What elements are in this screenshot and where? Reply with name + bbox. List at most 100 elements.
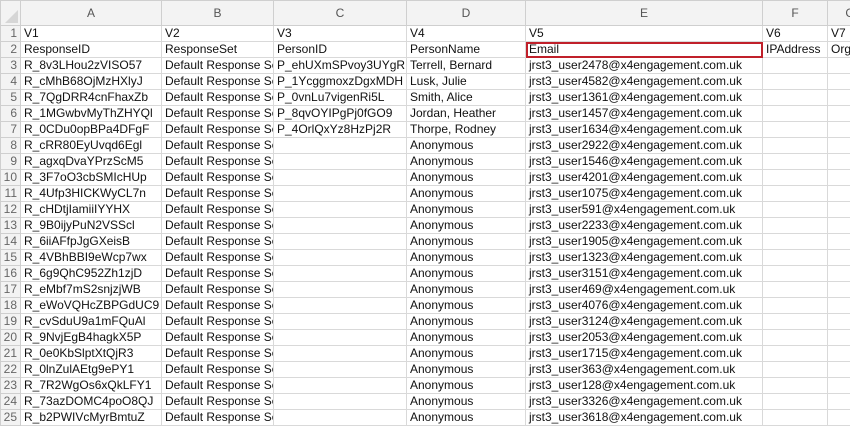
cell-b10[interactable]: Default Response Set (162, 170, 274, 186)
cell-f15[interactable] (763, 250, 828, 266)
cell-c10[interactable] (274, 170, 407, 186)
cell-g13[interactable] (828, 218, 850, 234)
cell-d8[interactable]: Anonymous (407, 138, 526, 154)
row-header[interactable]: 10 (1, 170, 21, 186)
cell-f22[interactable] (763, 362, 828, 378)
cell-g25[interactable] (828, 410, 850, 426)
row-header[interactable]: 9 (1, 154, 21, 170)
cell-g10[interactable] (828, 170, 850, 186)
cell-c25[interactable] (274, 410, 407, 426)
row-header[interactable]: 19 (1, 314, 21, 330)
cell-f23[interactable] (763, 378, 828, 394)
row-header[interactable]: 16 (1, 266, 21, 282)
row-header[interactable]: 13 (1, 218, 21, 234)
cell-f20[interactable] (763, 330, 828, 346)
cell-b13[interactable]: Default Response Set (162, 218, 274, 234)
cell-b2[interactable]: ResponseSet (162, 42, 274, 58)
cell-b7[interactable]: Default Response Set (162, 122, 274, 138)
cell-d7[interactable]: Thorpe, Rodney (407, 122, 526, 138)
cell-e17[interactable]: jrst3_user469@x4engagement.com.uk (526, 282, 763, 298)
cell-a10[interactable]: R_3F7oO3cbSMIcHUp (21, 170, 162, 186)
row-header[interactable]: 24 (1, 394, 21, 410)
cell-b14[interactable]: Default Response Set (162, 234, 274, 250)
cell-a5[interactable]: R_7QgDRR4cnFhaxZb (21, 90, 162, 106)
row-header[interactable]: 6 (1, 106, 21, 122)
cell-b11[interactable]: Default Response Set (162, 186, 274, 202)
cell-a24[interactable]: R_73azDOMC4poO8QJ (21, 394, 162, 410)
row-header[interactable]: 12 (1, 202, 21, 218)
cell-c23[interactable] (274, 378, 407, 394)
cell-g4[interactable] (828, 74, 850, 90)
cell-e10[interactable]: jrst3_user4201@x4engagement.com.uk (526, 170, 763, 186)
row-header[interactable]: 11 (1, 186, 21, 202)
cell-e4[interactable]: jrst3_user4582@x4engagement.com.uk (526, 74, 763, 90)
cell-f25[interactable] (763, 410, 828, 426)
cell-b1[interactable]: V2 (162, 26, 274, 42)
cell-d1[interactable]: V4 (407, 26, 526, 42)
cell-b4[interactable]: Default Response Set (162, 74, 274, 90)
cell-f5[interactable] (763, 90, 828, 106)
cell-e16[interactable]: jrst3_user3151@x4engagement.com.uk (526, 266, 763, 282)
row-header[interactable]: 17 (1, 282, 21, 298)
cell-c5[interactable]: P_0vnLu7vigenRi5L (274, 90, 407, 106)
cell-a13[interactable]: R_9B0ijyPuN2VSScl (21, 218, 162, 234)
cell-e1[interactable]: V5 (526, 26, 763, 42)
cell-b22[interactable]: Default Response Set (162, 362, 274, 378)
cell-b12[interactable]: Default Response Set (162, 202, 274, 218)
column-header-g[interactable]: G (828, 1, 850, 26)
cell-e6[interactable]: jrst3_user1457@x4engagement.com.uk (526, 106, 763, 122)
cell-a3[interactable]: R_8v3LHou2zVISO57 (21, 58, 162, 74)
cell-g20[interactable] (828, 330, 850, 346)
cell-c9[interactable] (274, 154, 407, 170)
cell-c11[interactable] (274, 186, 407, 202)
cell-g14[interactable] (828, 234, 850, 250)
row-header[interactable]: 22 (1, 362, 21, 378)
cell-d9[interactable]: Anonymous (407, 154, 526, 170)
cell-f14[interactable] (763, 234, 828, 250)
cell-g11[interactable] (828, 186, 850, 202)
cell-c6[interactable]: P_8qvOYIPgPj0fGO9 (274, 106, 407, 122)
cell-c18[interactable] (274, 298, 407, 314)
cell-g17[interactable] (828, 282, 850, 298)
cell-g8[interactable] (828, 138, 850, 154)
cell-e5[interactable]: jrst3_user1361@x4engagement.com.uk (526, 90, 763, 106)
cell-d11[interactable]: Anonymous (407, 186, 526, 202)
cell-g7[interactable] (828, 122, 850, 138)
cell-d12[interactable]: Anonymous (407, 202, 526, 218)
cell-f3[interactable] (763, 58, 828, 74)
cell-e9[interactable]: jrst3_user1546@x4engagement.com.uk (526, 154, 763, 170)
cell-a4[interactable]: R_cMhB68OjMzHXlyJ (21, 74, 162, 90)
cell-g3[interactable] (828, 58, 850, 74)
cell-a9[interactable]: R_agxqDvaYPrzScM5 (21, 154, 162, 170)
cell-g22[interactable] (828, 362, 850, 378)
cell-a22[interactable]: R_0lnZulAEtg9ePY1 (21, 362, 162, 378)
cell-c22[interactable] (274, 362, 407, 378)
cell-c19[interactable] (274, 314, 407, 330)
cell-f11[interactable] (763, 186, 828, 202)
cell-g16[interactable] (828, 266, 850, 282)
cell-c20[interactable] (274, 330, 407, 346)
cell-f21[interactable] (763, 346, 828, 362)
cell-a14[interactable]: R_6iiAFfpJgGXeisB (21, 234, 162, 250)
cell-d21[interactable]: Anonymous (407, 346, 526, 362)
cell-d23[interactable]: Anonymous (407, 378, 526, 394)
cell-g18[interactable] (828, 298, 850, 314)
cell-d22[interactable]: Anonymous (407, 362, 526, 378)
row-header[interactable]: 5 (1, 90, 21, 106)
cell-a20[interactable]: R_9NvjEgB4hagkX5P (21, 330, 162, 346)
row-header[interactable]: 23 (1, 378, 21, 394)
cell-e18[interactable]: jrst3_user4076@x4engagement.com.uk (526, 298, 763, 314)
column-header-c[interactable]: C (274, 1, 407, 26)
cell-f13[interactable] (763, 218, 828, 234)
cell-b5[interactable]: Default Response Set (162, 90, 274, 106)
cell-a21[interactable]: R_0e0KbSlptXtQjR3 (21, 346, 162, 362)
cell-d16[interactable]: Anonymous (407, 266, 526, 282)
cell-c1[interactable]: V3 (274, 26, 407, 42)
row-header[interactable]: 18 (1, 298, 21, 314)
cell-e24[interactable]: jrst3_user3326@x4engagement.com.uk (526, 394, 763, 410)
cell-a6[interactable]: R_1MGwbvMyThZHYQl (21, 106, 162, 122)
cell-a12[interactable]: R_cHDtjIamiiIYYHX (21, 202, 162, 218)
row-header[interactable]: 25 (1, 410, 21, 426)
cell-c13[interactable] (274, 218, 407, 234)
cell-d20[interactable]: Anonymous (407, 330, 526, 346)
